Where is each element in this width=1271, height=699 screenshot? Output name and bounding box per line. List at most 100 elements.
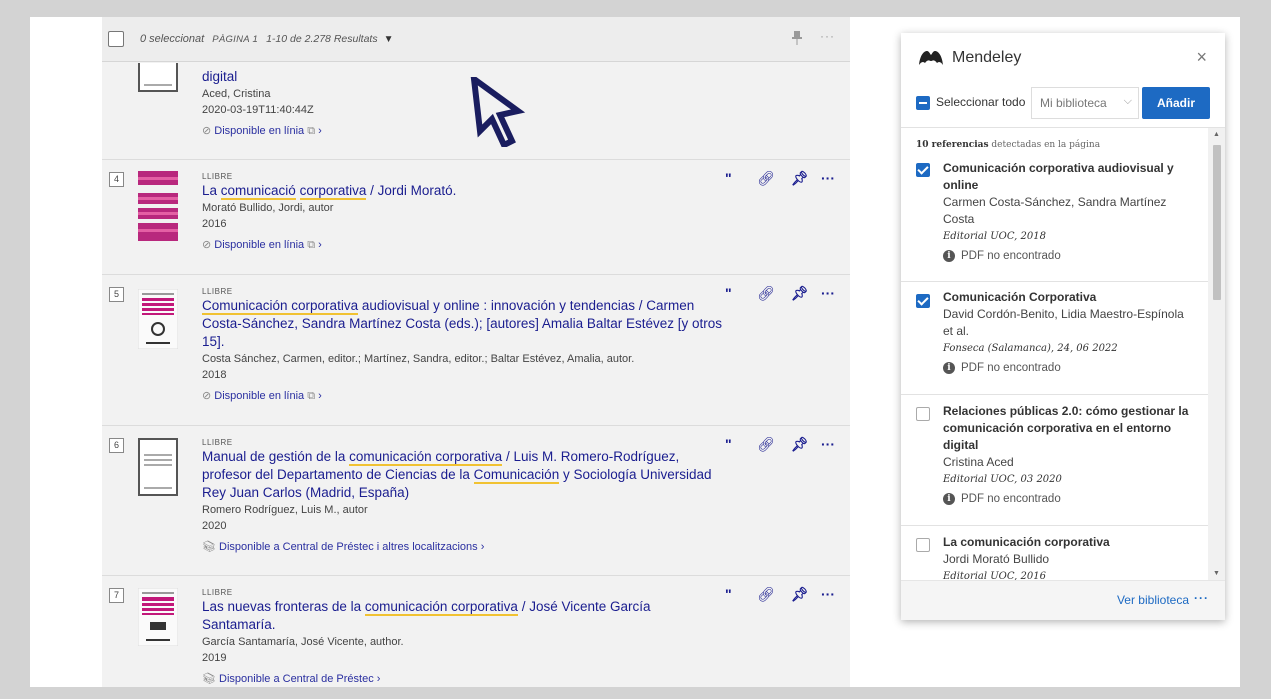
add-button[interactable]: Añadir [1142, 87, 1210, 119]
cursor-arrow-icon [470, 77, 526, 147]
select-all-checkbox[interactable] [108, 31, 124, 47]
page-indicator: PÀGINA 1 [212, 33, 259, 45]
link-icon[interactable]: 🔗︎ [757, 170, 775, 187]
more-icon[interactable]: ··· [821, 285, 835, 301]
pin-icon[interactable]: 📌︎ [791, 285, 809, 302]
quote-icon[interactable]: " [725, 436, 732, 452]
record-number[interactable]: 4 [109, 172, 124, 187]
link-icon[interactable]: 🔗︎ [757, 285, 775, 302]
reference-checkbox[interactable] [916, 538, 930, 552]
result-record: 4 LLIBRE La comunicació corporativa / Jo… [102, 160, 850, 275]
scroll-up-icon[interactable]: ▲ [1213, 131, 1220, 138]
pin-icon[interactable]: 📌︎ [791, 436, 809, 453]
record-author: Morató Bullido, Jordi, autor [202, 202, 334, 214]
record-number[interactable]: 6 [109, 438, 124, 453]
pin-icon[interactable]: 📌︎ [791, 586, 809, 603]
reference-authors: Jordi Morató Bullido [943, 552, 1050, 566]
record-date: 2018 [202, 369, 227, 381]
record-author: Romero Rodríguez, Luis M., autor [202, 504, 368, 516]
reference-checkbox[interactable] [916, 407, 930, 421]
scrollbar-thumb[interactable] [1213, 145, 1221, 300]
record-author: Aced, Cristina [202, 88, 271, 100]
record-title[interactable]: digital [202, 68, 722, 86]
quote-icon[interactable]: " [725, 285, 732, 301]
reference-source: Fonseca (Salamanca), 24, 06 2022 [943, 343, 1118, 354]
close-icon[interactable]: × [1196, 47, 1207, 68]
record-date: 2016 [202, 218, 227, 230]
scrollbar[interactable]: ▲ ▼ [1208, 128, 1225, 581]
result-record: 5 LLIBRE Comunicación corporativa audiov… [102, 275, 850, 426]
results-count[interactable]: 1-10 de 2.278 Resultats [266, 33, 378, 45]
info-icon: i [943, 493, 955, 505]
record-author: Costa Sánchez, Carmen, editor.; Martínez… [202, 353, 635, 365]
reference-item[interactable]: Comunicación corporativa audiovisual y o… [901, 158, 1208, 282]
select-all-label[interactable]: Seleccionar todo [936, 95, 1025, 109]
reference-item[interactable]: La comunicación corporativa Jordi Morató… [901, 526, 1208, 581]
reference-checkbox[interactable] [916, 294, 930, 308]
link-icon[interactable]: 🔗︎ [757, 436, 775, 453]
record-title[interactable]: Las nuevas fronteras de la comunicación … [202, 598, 722, 634]
more-icon[interactable]: ··· [820, 29, 835, 43]
scroll-down-icon[interactable]: ▼ [1213, 570, 1220, 577]
more-icon[interactable]: ··· [821, 436, 835, 452]
result-record: 6 LLIBRE Manual de gestión de la comunic… [102, 426, 850, 576]
selected-count: 0 seleccionat [140, 33, 205, 45]
reference-authors: Carmen Costa-Sánchez, Sandra Martínez Co… [943, 195, 1167, 226]
reference-item[interactable]: Relaciones públicas 2.0: cómo gestionar … [901, 395, 1208, 526]
result-record: 7 LLIBRE Las nuevas fronteras de la comu… [102, 576, 850, 687]
caret-down-icon[interactable]: ▼ [384, 34, 394, 45]
pdf-status: i PDF no encontrado [943, 362, 1193, 374]
record-type: LLIBRE [202, 172, 233, 181]
mendeley-header: Mendeley × [901, 33, 1225, 83]
record-title[interactable]: Comunicación corporativa audiovisual y o… [202, 297, 722, 351]
results-list: 0 seleccionat PÀGINA 1 1-10 de 2.278 Res… [102, 17, 850, 687]
availability-link[interactable]: ⊘ Disponible en línia ⧉ › [202, 123, 722, 139]
book-cover [138, 588, 178, 646]
record-date: 2020 [202, 520, 227, 532]
record-title[interactable]: Manual de gestión de la comunicación cor… [202, 448, 722, 502]
record-title[interactable]: La comunicació corporativa / Jordi Morat… [202, 182, 722, 200]
pin-icon[interactable]: 📌︎ [791, 170, 809, 187]
page: 0 seleccionat PÀGINA 1 1-10 de 2.278 Res… [30, 17, 1240, 687]
availability-link[interactable]: ⊘ Disponible en línia ⧉ › [202, 237, 722, 253]
reference-title: Comunicación Corporativa [943, 290, 1097, 304]
record-type: LLIBRE [202, 588, 233, 597]
mendeley-title: Mendeley [952, 49, 1022, 66]
select-all-checkbox[interactable] [916, 96, 930, 110]
record-number[interactable]: 5 [109, 287, 124, 302]
info-icon: i [943, 362, 955, 374]
pdf-status: i PDF no encontrado [943, 250, 1193, 262]
record-type: LLIBRE [202, 287, 233, 296]
more-icon[interactable]: ··· [1194, 591, 1209, 605]
reference-title: Comunicación corporativa audiovisual y o… [943, 161, 1174, 192]
library-select[interactable]: Mi biblioteca ⌵ [1031, 87, 1139, 119]
quote-icon[interactable]: " [725, 586, 732, 602]
pin-icon[interactable] [790, 30, 804, 46]
availability-link[interactable]: ⊘ Disponible en línia ⧉ › [202, 388, 722, 404]
info-icon: i [943, 250, 955, 262]
reference-authors: Cristina Aced [943, 455, 1014, 469]
results-toolbar: 0 seleccionat PÀGINA 1 1-10 de 2.278 Res… [102, 17, 850, 62]
record-number[interactable]: 7 [109, 588, 124, 603]
more-icon[interactable]: ··· [821, 170, 835, 186]
quote-icon[interactable]: " [725, 170, 732, 186]
mendeley-panel: Mendeley × Seleccionar todo Mi bibliotec… [901, 33, 1225, 620]
detected-refs-label: 10 referencias detectadas en la página [916, 140, 1101, 150]
record-type: LLIBRE [202, 438, 233, 447]
link-icon[interactable]: 🔗︎ [757, 586, 775, 603]
view-library-link[interactable]: Ver biblioteca [1117, 593, 1189, 607]
availability-link[interactable]: 📚︎ Disponible a Central de Préstec i alt… [202, 539, 722, 555]
book-cover-placeholder [138, 438, 178, 496]
reference-checkbox[interactable] [916, 163, 930, 177]
availability-link[interactable]: 📚︎ Disponible a Central de Préstec › [202, 671, 722, 687]
mendeley-footer: Ver biblioteca ··· [901, 580, 1225, 620]
reference-source: Editorial UOC, 03 2020 [943, 474, 1062, 485]
mendeley-logo-icon [919, 51, 943, 65]
record-author: García Santamaría, José Vicente, author. [202, 636, 404, 648]
more-icon[interactable]: ··· [821, 586, 835, 602]
record-date: 2020-03-19T11:40:44Z [202, 104, 314, 116]
reference-list: 10 referencias detectadas en la página C… [901, 127, 1225, 581]
chevron-down-icon: ⌵ [1123, 95, 1132, 107]
record-date: 2019 [202, 652, 227, 664]
reference-item[interactable]: Comunicación Corporativa David Cordón-Be… [901, 282, 1208, 395]
